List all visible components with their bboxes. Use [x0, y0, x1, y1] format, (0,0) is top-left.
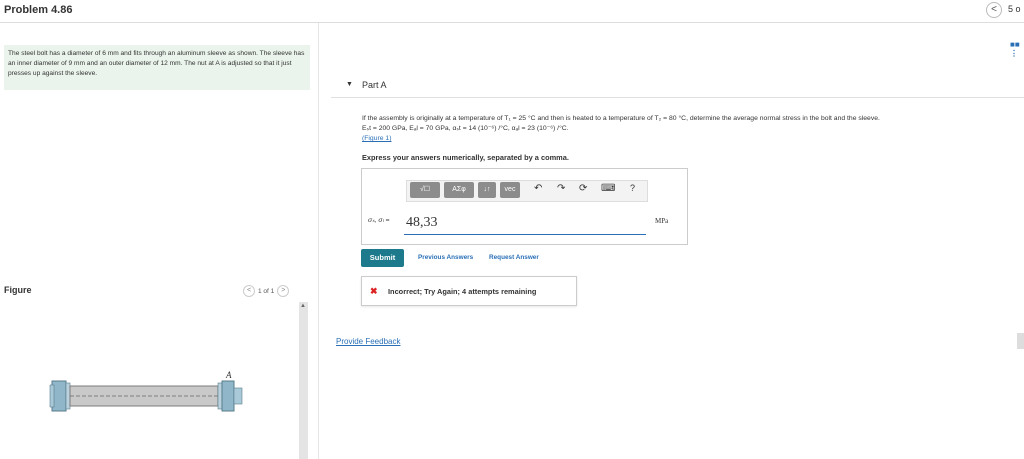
previous-problem-button[interactable]: <	[986, 2, 1002, 18]
redo-icon[interactable]: ↷	[557, 183, 565, 194]
nut	[221, 380, 235, 412]
side-panel-handle[interactable]	[1017, 333, 1024, 349]
bookmark-icon[interactable]: ■■ ⋮	[1010, 40, 1024, 58]
feedback-text: Incorrect; Try Again; 4 attempts remaini…	[388, 287, 537, 296]
part-divider	[331, 97, 1024, 98]
question-line-2: Eₛt = 200 GPa, Eₐl = 70 GPa, αₛt = 14 (1…	[362, 125, 569, 132]
answer-instruction: Express your answers numerically, separa…	[362, 153, 569, 162]
point-a-label: A	[225, 370, 232, 380]
bolt-head-cap	[49, 384, 55, 408]
answer-input[interactable]	[404, 211, 646, 235]
washer-right	[217, 382, 223, 410]
figure-prev-button[interactable]: <	[243, 285, 255, 297]
answer-label: σₛ, σₗ =	[368, 217, 390, 224]
greek-symbols-button[interactable]: AΣφ	[444, 182, 474, 198]
figure-label: Figure	[4, 285, 32, 295]
help-icon[interactable]: ?	[630, 183, 635, 193]
figure-pager-text: 1 of 1	[258, 287, 275, 295]
problem-title: Problem 4.86	[4, 4, 73, 16]
undo-icon[interactable]: ↶	[534, 183, 542, 194]
collapse-caret-icon[interactable]: ▼	[346, 81, 353, 88]
question-text: If the assembly is originally at a tempe…	[362, 114, 1017, 144]
reset-icon[interactable]: ⟳	[579, 183, 587, 194]
statement-text: The steel bolt has a diameter of 6 mm an…	[8, 50, 305, 77]
question-line-1: If the assembly is originally at a tempe…	[362, 115, 880, 122]
problem-statement: The steel bolt has a diameter of 6 mm an…	[4, 45, 310, 90]
templates-button[interactable]: √☐	[410, 182, 440, 198]
answer-unit: MPa	[655, 217, 669, 225]
figure-link[interactable]: (Figure 1)	[362, 135, 391, 142]
vector-button[interactable]: vec	[500, 182, 520, 198]
figure-scrollbar[interactable]	[299, 302, 308, 459]
bolt-end	[233, 387, 243, 405]
provide-feedback-link[interactable]: Provide Feedback	[336, 337, 400, 346]
problem-pager: 5 o	[1008, 4, 1021, 14]
subscript-superscript-button[interactable]: ↓↑	[478, 182, 496, 198]
previous-answers-link[interactable]: Previous Answers	[418, 254, 473, 261]
figure-pager: < 1 of 1 >	[243, 285, 290, 297]
header-divider	[0, 22, 1024, 23]
panel-divider	[318, 23, 319, 459]
keyboard-icon[interactable]: ⌨	[601, 183, 615, 194]
request-answer-link[interactable]: Request Answer	[489, 254, 539, 261]
washer-left	[65, 382, 71, 410]
submit-button[interactable]: Submit	[361, 249, 404, 267]
incorrect-x-icon: ✖	[370, 286, 378, 296]
figure-next-button[interactable]: >	[277, 285, 290, 297]
scroll-up-arrow-icon[interactable]: ▲	[300, 303, 306, 309]
part-label[interactable]: Part A	[362, 80, 387, 90]
bolt-sleeve-figure: A	[49, 370, 243, 412]
